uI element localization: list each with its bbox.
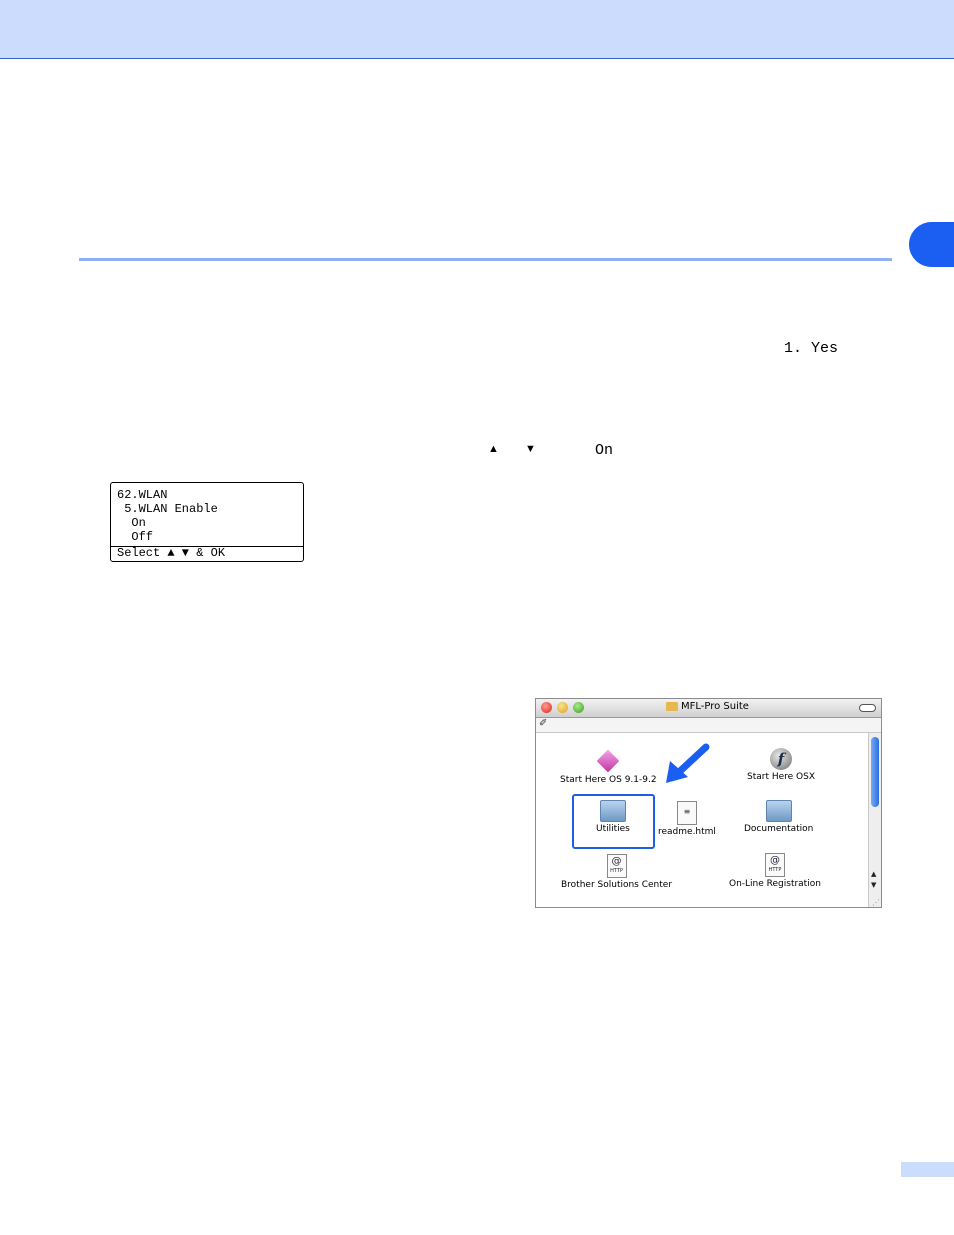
item-brother-solutions-center[interactable]: @ HTTP Brother Solutions Center (561, 854, 672, 890)
window-title: MFL-Pro Suite (666, 701, 749, 712)
lcd-line-menu: 62.WLAN (117, 488, 168, 502)
installer-diamond-icon (596, 749, 620, 773)
scroll-thumb[interactable] (871, 737, 879, 807)
on-option-text: On (595, 442, 614, 459)
toolbar-toggle-button[interactable] (859, 704, 876, 712)
item-label: Utilities (596, 824, 630, 834)
lcd-line-off: Off (117, 530, 154, 544)
item-start-here-osx[interactable]: f Start Here OSX (747, 748, 815, 782)
zoom-window-icon[interactable] (573, 702, 584, 713)
item-label: Start Here OS 9.1-9.2 (560, 775, 657, 785)
chapter-tab (909, 222, 954, 267)
down-arrow-icon: ▼ (525, 443, 536, 455)
folder-icon (666, 702, 678, 711)
window-titlebar: MFL-Pro Suite (536, 699, 881, 718)
section-rule (79, 258, 892, 261)
page-header-band (0, 0, 954, 59)
resize-grip-icon[interactable]: ⋰ (872, 898, 880, 907)
lcd-display: 62.WLAN 5.WLAN Enable On Off Select ▲ ▼ … (110, 482, 304, 562)
item-start-here-os9[interactable]: Start Here OS 9.1-9.2 (560, 749, 657, 785)
item-online-registration[interactable]: @ HTTP On-Line Registration (729, 853, 821, 889)
finder-window: MFL-Pro Suite ✐ Start Here OS 9.1-9.2 f … (535, 698, 882, 908)
path-bar: ✐ (536, 718, 881, 733)
item-utilities[interactable]: Utilities (596, 800, 630, 834)
scroll-down-arrow-icon[interactable]: ▼ (871, 881, 876, 889)
item-label: On-Line Registration (729, 879, 821, 889)
window-title-text: MFL-Pro Suite (681, 701, 749, 712)
vertical-scrollbar[interactable]: ▲ ▼ (868, 733, 881, 907)
scroll-up-arrow-icon[interactable]: ▲ (871, 870, 876, 878)
http-link-icon: @ HTTP (764, 853, 785, 877)
pin-icon[interactable]: ✐ (539, 718, 547, 729)
item-label: readme.html (658, 827, 716, 837)
http-link-icon: @ HTTP (606, 854, 627, 878)
item-readme[interactable]: ≡ readme.html (658, 801, 716, 837)
item-label: Documentation (744, 824, 814, 834)
page-number-tab (901, 1162, 954, 1177)
lcd-footer-text: Select ▲ ▼ & OK (117, 546, 226, 560)
item-documentation[interactable]: Documentation (744, 800, 813, 834)
up-arrow-icon: ▲ (488, 443, 499, 455)
minimize-window-icon[interactable] (557, 702, 568, 713)
item-label: Start Here OSX (747, 772, 816, 782)
option-yes-text: 1. Yes (784, 340, 839, 357)
document-icon: ≡ (676, 801, 697, 825)
item-label: Brother Solutions Center (561, 880, 673, 890)
lcd-line-on: On (117, 516, 146, 530)
pointer-arrow-icon (666, 743, 710, 783)
lcd-line-submenu: 5.WLAN Enable (117, 502, 218, 516)
folder-icon (599, 800, 626, 822)
close-window-icon[interactable] (541, 702, 552, 713)
flash-f-icon: f (770, 748, 792, 770)
lcd-footer: Select ▲ ▼ & OK (111, 546, 303, 561)
folder-icon (765, 800, 792, 822)
